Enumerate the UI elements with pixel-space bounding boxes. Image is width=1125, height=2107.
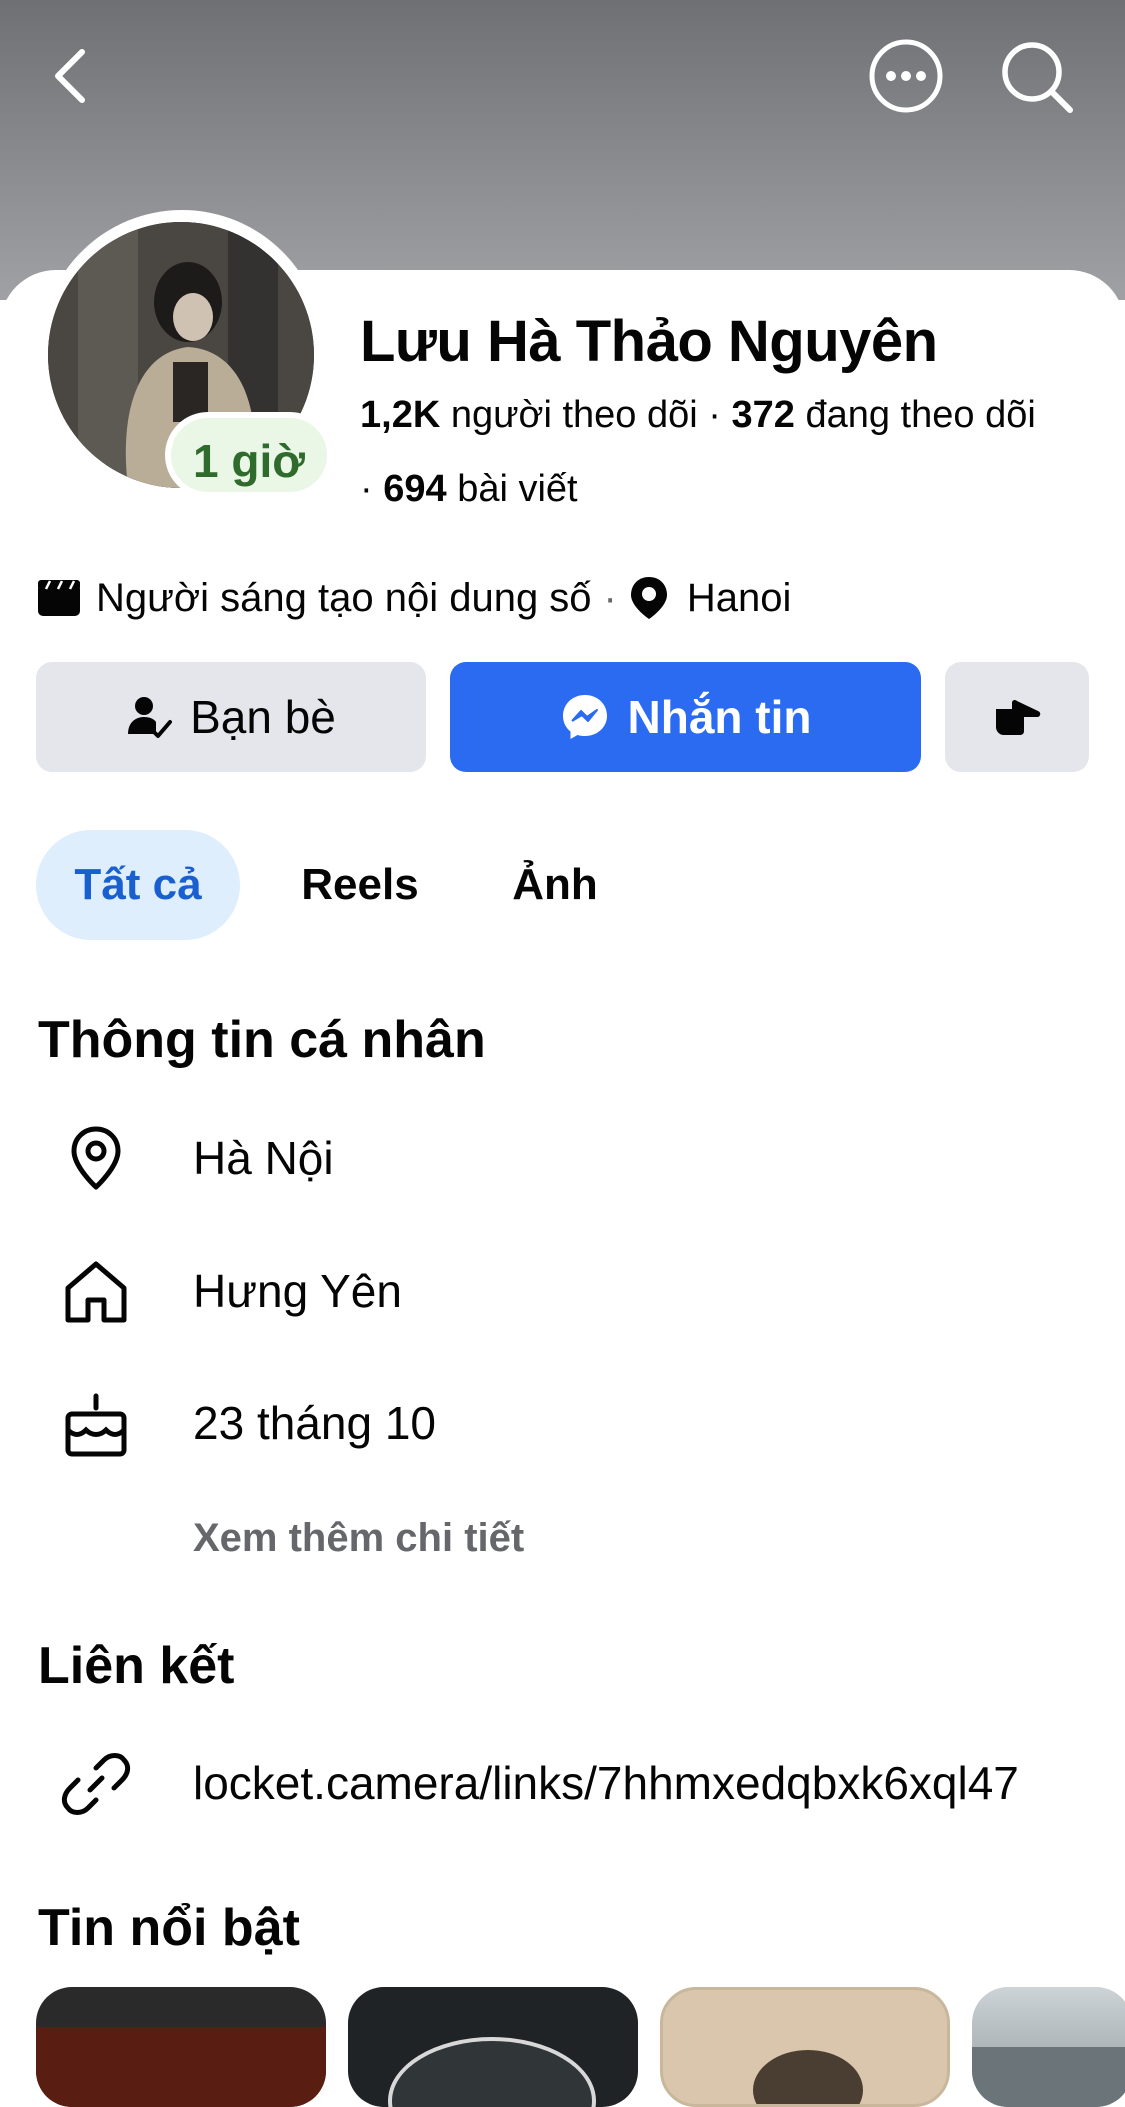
info-row-birthday: 23 tháng 10 [0,1370,1125,1480]
following-count[interactable]: 372 [731,394,794,436]
friends-button-label: Bạn bè [190,691,336,743]
info-row-hometown: Hưng Yên [0,1238,1125,1348]
highlight-story[interactable] [660,1987,950,2107]
profile-location: Hanoi [686,575,792,620]
back-button[interactable] [34,38,110,114]
messenger-icon [562,695,607,739]
more-button[interactable] [864,34,948,118]
birthday-cake-icon [65,1393,127,1457]
profile-stats-line-1: 1,2K người theo dõi · 372 đang theo dõi [360,394,1036,437]
link-row[interactable]: locket.camera/links/7hhmxedqbxk6xql47 [0,1730,1125,1840]
profile-link[interactable]: locket.camera/links/7hhmxedqbxk6xql47 [193,1756,1019,1810]
more-dots-icon [869,39,943,113]
highlights-title: Tin nổi bật [38,1899,300,1957]
message-button-label: Nhắn tin [627,691,812,743]
info-birthday: 23 tháng 10 [193,1397,437,1449]
poke-button[interactable] [945,662,1089,772]
followers-label[interactable]: người theo dõi [451,394,698,436]
clapperboard-icon [38,580,80,616]
highlight-story[interactable] [348,1987,638,2107]
posts-count: 694 [383,468,447,510]
tab-photos[interactable]: Ảnh [480,830,630,940]
search-icon [1002,42,1073,113]
location-pin-icon [630,577,667,619]
tab-reels[interactable]: Reels [280,830,440,940]
separator-dot: · [708,394,732,436]
profile-name: Lưu Hà Thảo Nguyên [360,309,938,374]
location-pin-icon [71,1126,121,1190]
chevron-left-icon [55,49,85,103]
message-button[interactable]: Nhắn tin [450,662,921,772]
info-current-city: Hà Nội [193,1132,334,1184]
links-title: Liên kết [38,1637,235,1695]
search-button[interactable] [996,36,1078,118]
info-hometown: Hưng Yên [193,1265,402,1317]
see-more-details-link[interactable]: Xem thêm chi tiết [193,1516,524,1561]
profile-stats-line-2: · 694 bài viết [360,468,578,511]
profile-category-row: Người sáng tạo nội dung số · Hanoi [36,575,791,621]
tab-all[interactable]: Tất cả [36,830,240,940]
friend-check-icon [128,697,173,738]
info-row-current-city: Hà Nội [0,1105,1125,1215]
highlight-story[interactable] [36,1987,326,2107]
followers-count[interactable]: 1,2K [360,394,440,436]
following-label[interactable]: đang theo dõi [805,394,1035,436]
poke-hand-icon [996,699,1041,735]
home-icon [65,1261,127,1323]
separator-dot: · [603,575,617,620]
profile-category: Người sáng tạo nội dung số [96,575,592,620]
active-status-badge: 1 giờ [165,412,333,498]
personal-info-title: Thông tin cá nhân [38,1011,486,1069]
highlight-story[interactable] [972,1987,1125,2107]
link-icon [61,1753,131,1815]
separator-dot: · [360,468,384,510]
friends-button[interactable]: Bạn bè [36,662,426,772]
posts-label: bài viết [457,468,578,510]
